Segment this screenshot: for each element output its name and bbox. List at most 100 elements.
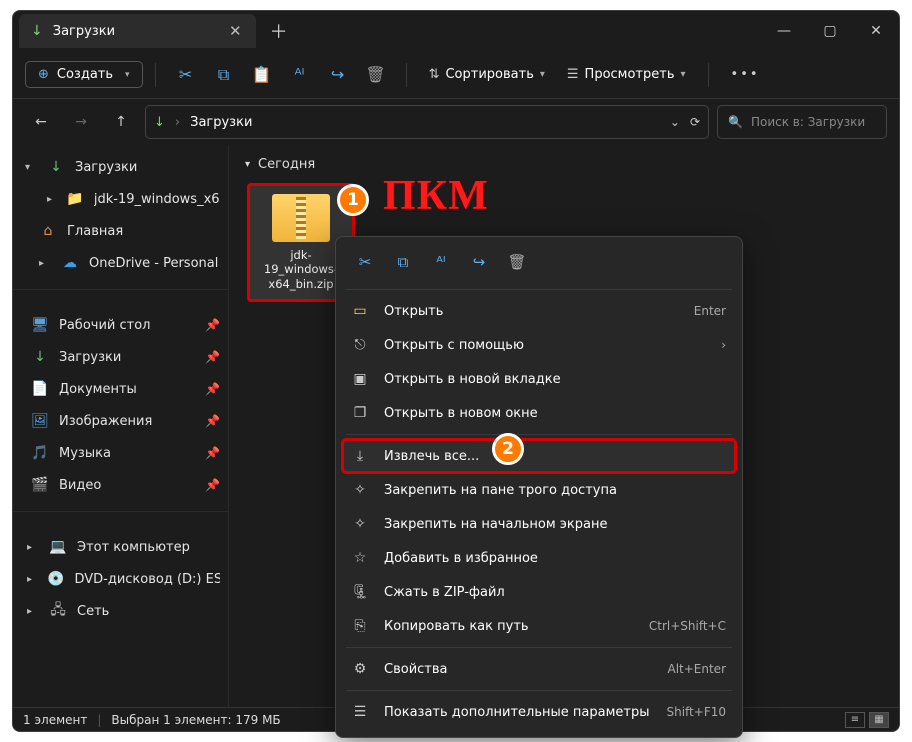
chevron-right-icon: › [721,338,726,352]
sidebar-documents[interactable]: 📄Документы📌 [13,373,228,405]
chevron-right-icon: ▸ [27,542,39,553]
home-icon: ⌂ [39,223,57,239]
search-field[interactable]: 🔍 Поиск в: Загрузки [717,105,887,139]
delete-button[interactable]: 🗑 [358,57,394,93]
chevron-down-icon[interactable]: ⌄ [670,115,680,129]
new-tab-button[interactable]: ＋ [270,18,288,44]
view-icon: ☰ [567,67,579,82]
close-button[interactable]: ✕ [853,12,899,50]
ctx-compress[interactable]: 🗜Сжать в ZIP-файл [342,575,736,609]
share-icon: ↪ [331,65,344,84]
share-button[interactable]: ↪ [320,57,356,93]
zip-folder-icon [272,194,330,242]
maximize-button[interactable]: ▢ [807,12,853,50]
trash-icon: 🗑 [365,65,385,84]
search-icon: 🔍 [728,115,743,129]
computer-icon: 💻 [49,539,67,555]
ctx-extract-all[interactable]: ⤓Извлечь все... [342,439,736,473]
sidebar-video[interactable]: 🎬Видео📌 [13,469,228,501]
download-icon: ↓ [31,23,43,39]
ctx-open-tab[interactable]: ▣Открыть в новой вкладке [342,362,736,396]
status-item-count: 1 элемент [23,713,87,727]
annotation-pkm-label: ПКМ [383,172,489,220]
pin-icon: 📌 [205,414,220,428]
ctx-copy-path[interactable]: ⎘Копировать как путьCtrl+Shift+C [342,609,736,643]
forward-button[interactable]: → [65,106,97,138]
plus-icon: ⊕ [38,67,49,82]
download-icon: ↓ [154,115,165,130]
pin-icon: ✧ [350,516,370,532]
view-label: Просмотреть [585,67,675,82]
ctx-cut-button[interactable]: ✂ [348,247,382,277]
sidebar-downloads2[interactable]: ↓Загрузки📌 [13,341,228,373]
sidebar-dvd[interactable]: ▸💿DVD-дисковод (D:) ESD-IS [13,563,228,595]
sidebar-home[interactable]: ⌂Главная [13,215,228,247]
toolbar: ⊕ Создать ▾ ✂ ⧉ 📋 ᴬᴵ ↪ 🗑 ⇅ Сортировать ▾… [13,51,899,99]
ctx-rename-button[interactable]: ᴬᴵ [424,247,458,277]
annotation-marker-1: 1 [337,184,369,216]
tab-close-button[interactable]: ✕ [225,22,246,40]
ctx-copy-button[interactable]: ⧉ [386,247,420,277]
sort-button[interactable]: ⇅ Сортировать ▾ [419,62,555,87]
ctx-open-window[interactable]: ❐Открыть в новом окне [342,396,736,430]
sidebar-music[interactable]: 🎵Музыка📌 [13,437,228,469]
more-icon: ☰ [350,704,370,720]
titlebar: ↓ Загрузки ✕ ＋ — ▢ ✕ [13,11,899,51]
new-button[interactable]: ⊕ Создать ▾ [25,61,143,88]
active-tab[interactable]: ↓ Загрузки ✕ [19,14,256,48]
chevron-down-icon: ▾ [25,162,37,173]
ctx-pin-start[interactable]: ✧Закрепить на начальном экране [342,507,736,541]
minimize-button[interactable]: — [761,12,807,50]
ctx-show-more[interactable]: ☰Показать дополнительные параметрыShift+… [342,695,736,729]
ctx-share-button[interactable]: ↪ [462,247,496,277]
copy-icon: ⧉ [398,253,409,271]
zip-icon: 🗜 [350,584,370,600]
ctx-properties[interactable]: ⚙СвойстваAlt+Enter [342,652,736,686]
sidebar-network[interactable]: ▸🖧Сеть [13,595,228,627]
rename-icon: ᴬᴵ [436,253,445,271]
pin-icon: 📌 [205,478,220,492]
pin-icon: 📌 [205,446,220,460]
star-icon: ☆ [350,550,370,566]
sidebar-onedrive[interactable]: ▸☁OneDrive - Personal [13,247,228,279]
cut-button[interactable]: ✂ [168,57,204,93]
breadcrumb-current[interactable]: Загрузки [190,115,252,130]
ctx-pin-quick[interactable]: ✧Закрепить на пане трого доступа [342,473,736,507]
ctx-open-with[interactable]: ⎋Открыть с помощью› [342,328,736,362]
sidebar-desktop[interactable]: 🖥Рабочий стол📌 [13,309,228,341]
open-icon: ▭ [350,303,370,319]
path-icon: ⎘ [350,618,370,634]
up-button[interactable]: ↑ [105,106,137,138]
search-placeholder: Поиск в: Загрузки [751,115,865,129]
icons-view-icon[interactable]: ▦ [869,712,889,728]
chevron-down-icon: ▾ [125,70,130,80]
section-today[interactable]: ▾ Сегодня [241,153,887,182]
context-menu: ✂ ⧉ ᴬᴵ ↪ 🗑 ▭ОткрытьEnter ⎋Открыть с помо… [335,236,743,738]
sidebar-downloads[interactable]: ▾↓Загрузки [13,151,228,183]
pin-icon: 📌 [205,318,220,332]
paste-button[interactable]: 📋 [244,57,280,93]
desktop-icon: 🖥 [31,317,49,333]
ctx-favorite[interactable]: ☆Добавить в избранное [342,541,736,575]
navigation-pane: ▾↓Загрузки ▸📁jdk-19_windows_x64_bin ⌂Гла… [13,145,229,707]
copy-button[interactable]: ⧉ [206,57,242,93]
ctx-delete-button[interactable]: 🗑 [500,247,534,277]
view-button[interactable]: ☰ Просмотреть ▾ [557,62,696,87]
ctx-open[interactable]: ▭ОткрытьEnter [342,294,736,328]
view-mode-toggle[interactable]: ≡ ▦ [845,712,889,728]
pictures-icon: 🖼 [31,413,49,429]
annotation-marker-2: 2 [492,433,524,465]
refresh-button[interactable]: ⟳ [690,115,700,129]
pin-icon: ✧ [350,482,370,498]
video-icon: 🎬 [31,477,49,493]
chevron-down-icon: ▾ [681,69,686,80]
more-button[interactable]: ••• [721,62,770,87]
rename-button[interactable]: ᴬᴵ [282,57,318,93]
address-field[interactable]: ↓ › Загрузки ⌄ ⟳ [145,105,709,139]
sidebar-jdk-folder[interactable]: ▸📁jdk-19_windows_x64_bin [13,183,228,215]
details-view-icon[interactable]: ≡ [845,712,865,728]
sidebar-this-pc[interactable]: ▸💻Этот компьютер [13,531,228,563]
sidebar-pictures[interactable]: 🖼Изображения📌 [13,405,228,437]
back-button[interactable]: ← [25,106,57,138]
download-icon: ↓ [47,159,65,175]
